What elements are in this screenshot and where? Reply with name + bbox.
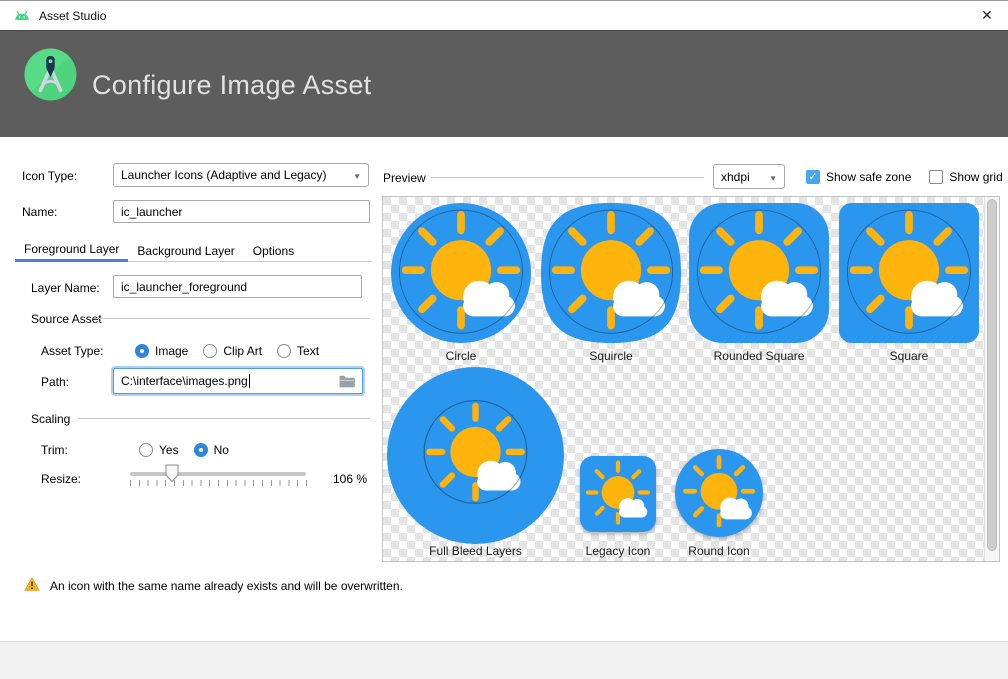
radio-unchecked-icon [277, 344, 291, 358]
layer-name-input[interactable]: ic_launcher_foreground [113, 275, 362, 298]
asset-type-image-radio[interactable]: Image [135, 344, 188, 358]
preview-tile-rounded-square: Rounded Square [689, 203, 829, 365]
android-logo-icon [13, 10, 31, 21]
icon-type-dropdown[interactable]: Launcher Icons (Adaptive and Legacy) [113, 163, 369, 187]
cb-checked-icon [806, 170, 820, 184]
icon-type-label: Icon Type: [22, 169, 77, 183]
resize-value: 106 % [333, 472, 367, 486]
preview-scrollbar[interactable] [984, 197, 999, 561]
path-input[interactable]: C:\interface\images.png [113, 368, 363, 394]
preview-label: Preview [383, 171, 426, 185]
preview-tile-full-bleed: Full Bleed Layers [387, 367, 564, 560]
name-input[interactable]: ic_launcher [113, 200, 370, 223]
preview-icon-circle [391, 203, 531, 343]
preview-scrollbar-thumb[interactable] [987, 199, 997, 551]
preview-tile-label: Square [890, 349, 929, 363]
preview-icon-square [839, 203, 979, 343]
asset-type-option-label: Image [155, 344, 188, 358]
trim-no-radio[interactable]: No [194, 443, 229, 457]
preview-checkbox-group: Show safe zone Show grid [806, 169, 1003, 185]
preview-icon-squircle [541, 203, 681, 343]
chevron-down-icon [769, 170, 777, 184]
trim-option-label: Yes [159, 443, 179, 457]
android-studio-logo-icon [24, 48, 77, 101]
window-title: Asset Studio [39, 9, 106, 23]
text-caret [249, 374, 250, 388]
preview-tile-circle: Circle [391, 203, 531, 365]
asset-type-label: Asset Type: [41, 344, 103, 358]
resize-label: Resize: [41, 472, 81, 486]
tab-background-layer[interactable]: Background Layer [128, 239, 243, 262]
radio-unchecked-icon [139, 443, 153, 457]
resize-slider-ticks [130, 480, 308, 486]
preview-tile-label: Squircle [589, 349, 632, 363]
trim-yes-radio[interactable]: Yes [139, 443, 179, 457]
name-value: ic_launcher [121, 205, 182, 219]
preview-icon-round [675, 449, 763, 537]
trim-label: Trim: [41, 443, 68, 457]
preview-show-grid-cb[interactable]: Show grid [929, 170, 1002, 184]
source-asset-section-label: Source Asset [31, 312, 102, 326]
preview-panel: Circle Squircle Rounded Square Square Full B… [382, 196, 1000, 562]
preview-tile-label: Full Bleed Layers [429, 544, 522, 558]
close-icon[interactable]: ✕ [976, 7, 998, 24]
folder-browse-icon[interactable] [339, 375, 355, 388]
warning-icon [24, 577, 40, 591]
preview-canvas: Circle Squircle Rounded Square Square Full B… [383, 197, 999, 561]
radio-checked-icon [135, 344, 149, 358]
trim-option-label: No [214, 443, 229, 457]
preview-tile-label: Rounded Square [714, 349, 805, 363]
path-value: C:\interface\images.png [121, 374, 248, 388]
dialog-header: Configure Image Asset [0, 30, 1008, 137]
layer-tabs: Foreground LayerBackground LayerOptions [15, 239, 372, 262]
preview-option-label: Show safe zone [826, 170, 911, 184]
asset-type-text-radio[interactable]: Text [277, 344, 319, 358]
warning-message: An icon with the same name already exist… [50, 579, 403, 593]
source-asset-divider [94, 318, 370, 319]
scaling-divider [78, 418, 370, 419]
trim-radio-group: Yes No [139, 442, 229, 458]
preview-tile-label: Round Icon [688, 544, 749, 558]
preview-tile-legacy: Legacy Icon [580, 456, 656, 560]
preview-divider [431, 177, 704, 178]
preview-icon-legacy [580, 456, 656, 532]
icon-type-value: Launcher Icons (Adaptive and Legacy) [121, 168, 326, 182]
footer-bar: ? PreviousNextCancelFinish [0, 641, 1008, 679]
path-label: Path: [41, 375, 69, 389]
preview-option-label: Show grid [949, 170, 1002, 184]
preview-icon-full-bleed [387, 367, 564, 544]
density-value: xhdpi [721, 170, 750, 184]
title-bar: Asset Studio ✕ [0, 0, 1008, 30]
asset-studio-dialog: Asset Studio ✕ Configure Image Asset Ico… [0, 0, 1008, 679]
preview-tile-label: Legacy Icon [586, 544, 651, 558]
asset-type-clip-art-radio[interactable]: Clip Art [203, 344, 262, 358]
asset-type-option-label: Text [297, 344, 319, 358]
cb-unchecked-icon [929, 170, 943, 184]
tab-foreground-layer[interactable]: Foreground Layer [15, 239, 128, 262]
name-label: Name: [22, 205, 57, 219]
layer-name-label: Layer Name: [31, 281, 100, 295]
scaling-section-label: Scaling [31, 412, 70, 426]
preview-tile-label: Circle [446, 349, 477, 363]
radio-checked-icon [194, 443, 208, 457]
tab-options[interactable]: Options [244, 239, 303, 262]
preview-tile-squircle: Squircle [541, 203, 681, 365]
preview-tile-round: Round Icon [675, 449, 763, 560]
asset-type-radio-group: Image Clip Art Text [135, 343, 319, 359]
asset-type-option-label: Clip Art [223, 344, 262, 358]
resize-slider-track[interactable] [130, 472, 306, 476]
page-title: Configure Image Asset [92, 70, 371, 101]
layer-name-value: ic_launcher_foreground [121, 280, 247, 294]
chevron-down-icon [353, 168, 361, 182]
radio-unchecked-icon [203, 344, 217, 358]
density-dropdown[interactable]: xhdpi [713, 164, 785, 189]
preview-tile-square: Square [839, 203, 979, 365]
preview-show-safe-zone-cb[interactable]: Show safe zone [806, 170, 911, 184]
preview-icon-rounded-square [689, 203, 829, 343]
